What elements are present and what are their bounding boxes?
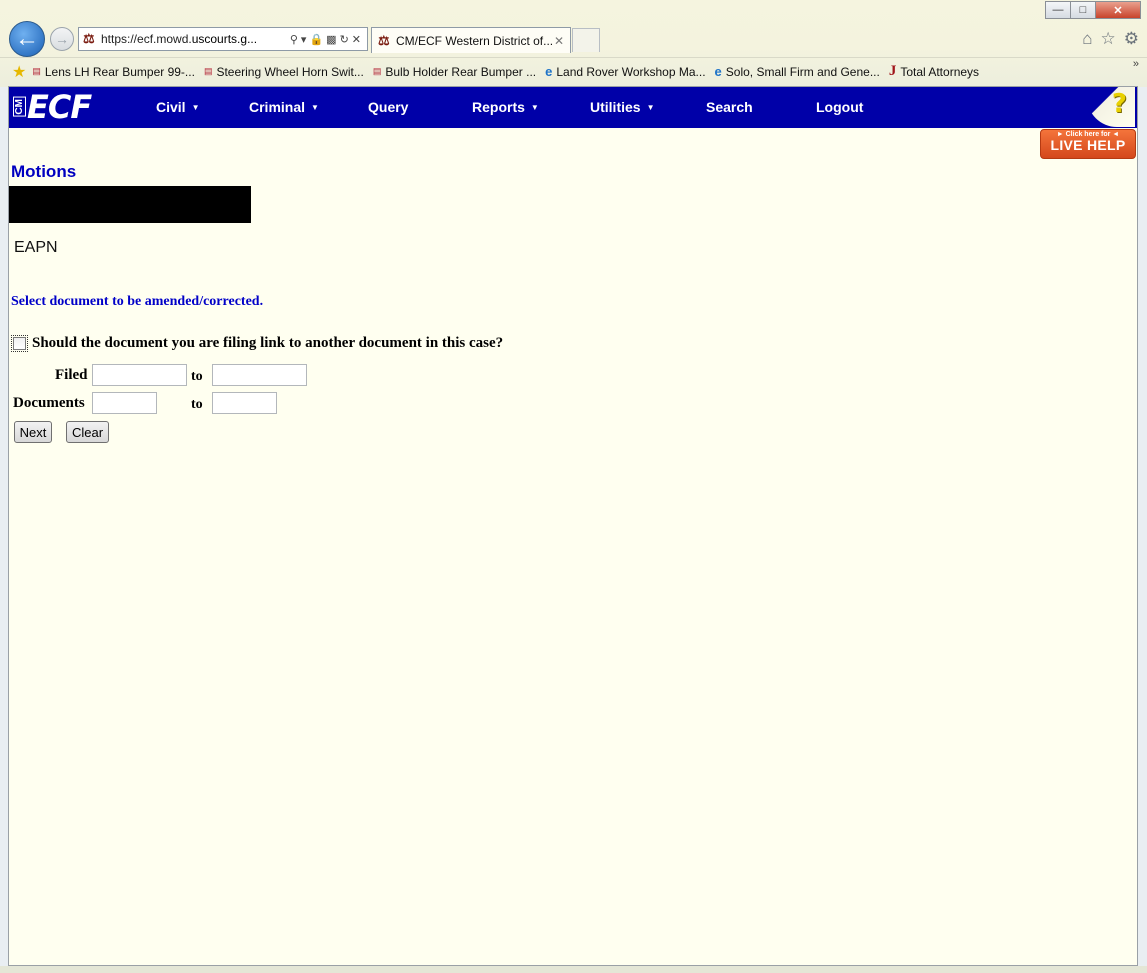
- dropdown-arrow-icon: ▼: [311, 103, 319, 112]
- url-domain: uscourts.g...: [191, 32, 258, 46]
- address-bar[interactable]: ⚖ https://ecf.mowd.uscourts.g... ⚲▾🔒▩↻✕: [78, 27, 368, 51]
- status-bar: [0, 966, 1147, 973]
- favorite-label: Land Rover Workshop Ma...: [556, 64, 706, 79]
- redacted-case-block: [9, 186, 251, 223]
- browser-right-icons: ⌂ ☆ ⚙: [1082, 29, 1139, 49]
- window-controls: — □ ✕: [1045, 1, 1141, 19]
- menu-utilities[interactable]: Utilities ▼: [590, 99, 655, 115]
- favorite-link[interactable]: J Total Attorneys: [889, 63, 979, 80]
- refresh-icon[interactable]: ↻: [340, 34, 352, 46]
- favorite-label: Total Attorneys: [900, 64, 980, 79]
- total-attorneys-icon: J: [888, 63, 897, 79]
- link-document-checkbox[interactable]: [11, 335, 28, 352]
- ie-page-icon: e: [545, 64, 553, 79]
- gear-icon[interactable]: ⚙: [1124, 29, 1139, 49]
- stop-icon[interactable]: ✕: [352, 34, 364, 46]
- case-type-label: EAPN: [14, 239, 58, 256]
- star-icon[interactable]: ☆: [1101, 29, 1116, 49]
- menu-civil[interactable]: Civil ▼: [156, 99, 200, 115]
- help-button[interactable]: ?: [1087, 87, 1135, 127]
- link-document-row: Should the document you are filing link …: [11, 335, 504, 352]
- favorites-star-icon[interactable]: ★: [12, 62, 26, 82]
- logo-cm: CM: [13, 97, 26, 117]
- menu-search[interactable]: Search: [706, 99, 753, 115]
- uk-flag-icon: ▤: [32, 66, 41, 76]
- tab-cmecf[interactable]: ⚖ CM/ECF Western District of... ✕: [371, 27, 571, 53]
- arrow-right-icon: →: [55, 31, 69, 47]
- live-help-button[interactable]: ► Click here for ◄ LIVE HELP: [1040, 129, 1136, 159]
- dropdown-arrow-icon: ▼: [191, 103, 200, 112]
- favorite-link[interactable]: ▤ Steering Wheel Horn Swit...: [204, 65, 364, 79]
- page-viewport: CM ECF Civil ▼ Criminal ▼ Query Reports ▼ U…: [8, 86, 1138, 966]
- search-icon[interactable]: ⚲: [290, 34, 301, 46]
- menu-label: Search: [706, 99, 753, 115]
- menu-label: Criminal: [249, 99, 306, 115]
- chevron-right-icon[interactable]: »: [1133, 58, 1139, 70]
- dropdown-arrow-icon: ▼: [530, 103, 539, 112]
- favorites-bar: ★ ▤ Lens LH Rear Bumper 99-... ▤ Steerin…: [0, 57, 1147, 85]
- menu-label: Civil: [156, 99, 186, 115]
- filed-to-label: to: [191, 369, 203, 384]
- favorite-label: Bulb Holder Rear Bumper ...: [385, 64, 537, 79]
- menu-query[interactable]: Query: [368, 99, 408, 115]
- favorite-label: Lens LH Rear Bumper 99-...: [44, 64, 195, 79]
- documents-to-label: to: [191, 397, 203, 412]
- forward-button[interactable]: →: [50, 27, 74, 51]
- dropdown-arrow-icon: ▼: [646, 103, 655, 112]
- maximize-button[interactable]: □: [1070, 1, 1096, 19]
- address-url[interactable]: https://ecf.mowd.uscourts.g...: [101, 32, 290, 46]
- favorite-link[interactable]: ▤ Lens LH Rear Bumper 99-...: [32, 65, 195, 79]
- lock-icon[interactable]: 🔒: [309, 34, 326, 46]
- menu-logout[interactable]: Logout: [816, 99, 863, 115]
- tab-title: CM/ECF Western District of...: [396, 33, 554, 48]
- documents-to-input[interactable]: [212, 392, 277, 414]
- browser-chrome: — □ ✕ ← → ⚖ https://ecf.mowd.uscourts.g.…: [0, 0, 1147, 87]
- arrow-left-icon: ←: [15, 25, 39, 52]
- close-window-button[interactable]: ✕: [1095, 1, 1141, 19]
- minimize-button[interactable]: —: [1045, 1, 1071, 19]
- ie-page-icon: e: [714, 64, 722, 79]
- favorite-link[interactable]: e Solo, Small Firm and Gene...: [715, 64, 880, 79]
- favorite-label: Steering Wheel Horn Swit...: [216, 64, 364, 79]
- filed-to-input[interactable]: [212, 364, 307, 386]
- menu-criminal[interactable]: Criminal ▼: [249, 99, 319, 115]
- menu-label: Query: [368, 99, 409, 115]
- address-tools: ⚲▾🔒▩↻✕: [290, 33, 367, 46]
- court-seal-icon: ⚖: [378, 32, 390, 48]
- documents-from-input[interactable]: [92, 392, 157, 414]
- favorite-link[interactable]: ▤ Bulb Holder Rear Bumper ...: [373, 65, 536, 79]
- logo-ecf: ECF: [27, 88, 92, 126]
- menu-label: Reports: [472, 99, 525, 115]
- page-title: Motions: [11, 162, 77, 181]
- menu-label: Utilities: [590, 99, 641, 115]
- home-icon[interactable]: ⌂: [1082, 29, 1092, 49]
- menu-label: Logout: [816, 99, 864, 115]
- filed-label: Filed: [55, 367, 88, 383]
- menu-reports[interactable]: Reports ▼: [472, 99, 539, 115]
- documents-label: Documents: [13, 395, 85, 411]
- favorite-link[interactable]: e Land Rover Workshop Ma...: [545, 64, 705, 79]
- filed-from-input[interactable]: [92, 364, 187, 386]
- next-button[interactable]: Next: [14, 421, 52, 443]
- court-seal-icon: ⚖: [83, 31, 95, 46]
- live-help-text: LIVE HELP: [1050, 137, 1126, 153]
- url-prefix: https://ecf.mowd.: [101, 32, 192, 46]
- question-mark-icon: ?: [1111, 89, 1127, 119]
- favorite-label: Solo, Small Firm and Gene...: [725, 64, 880, 79]
- uk-flag-icon: ▤: [203, 66, 213, 76]
- select-document-heading: Select document to be amended/corrected.: [11, 294, 264, 309]
- ecf-menu-bar: CM ECF Civil ▼ Criminal ▼ Query Reports ▼ U…: [9, 87, 1137, 128]
- cmecf-logo[interactable]: CM ECF: [13, 88, 92, 126]
- close-tab-icon[interactable]: ✕: [554, 34, 570, 48]
- clear-button[interactable]: Clear: [66, 421, 109, 443]
- uk-flag-icon: ▤: [372, 66, 382, 76]
- new-tab-button[interactable]: [572, 28, 600, 52]
- back-button[interactable]: ←: [9, 21, 45, 57]
- link-document-question: Should the document you are filing link …: [32, 335, 504, 351]
- compat-view-icon[interactable]: ▩: [326, 34, 339, 46]
